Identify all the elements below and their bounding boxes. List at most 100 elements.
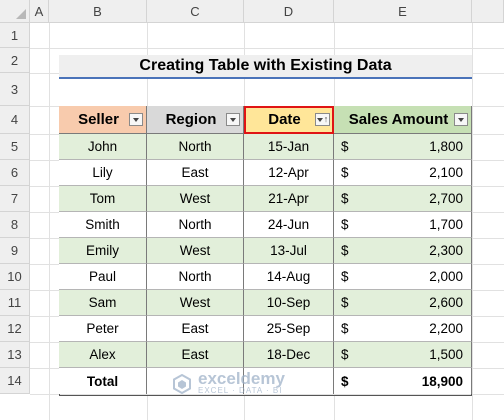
amount-value: 1,800	[429, 139, 463, 154]
cell-region[interactable]: West	[147, 290, 244, 316]
region-value: North	[178, 269, 212, 284]
currency-symbol: $	[341, 269, 349, 284]
cell-amount[interactable]: $2,000	[334, 264, 472, 290]
region-value: North	[178, 217, 212, 232]
row-header-3[interactable]: 3	[0, 73, 30, 106]
filter-dropdown-amount-icon[interactable]	[454, 113, 468, 126]
row-header-13[interactable]: 13	[0, 342, 30, 368]
date-value: 10-Sep	[266, 295, 311, 310]
cell-amount[interactable]: $2,200	[334, 316, 472, 342]
currency-symbol: $	[341, 321, 349, 336]
row-header-10[interactable]: 10	[0, 264, 30, 290]
cell-region[interactable]: East	[147, 342, 244, 368]
currency-symbol: $	[341, 243, 349, 258]
cell-date[interactable]: 21-Apr	[244, 186, 334, 212]
filter-arrow-icon	[230, 117, 236, 122]
cell-seller[interactable]: Paul	[59, 264, 147, 290]
header-cell-seller[interactable]: Seller	[59, 106, 147, 134]
cell-date[interactable]: 18-Dec	[244, 342, 334, 368]
seller-value: Peter	[86, 321, 119, 336]
header-label-amount: Sales Amount	[348, 111, 449, 128]
cell-seller[interactable]: Alex	[59, 342, 147, 368]
row-header-5[interactable]: 5	[0, 134, 30, 160]
cell-region[interactable]: West	[147, 186, 244, 212]
row-header-14[interactable]: 14	[0, 368, 30, 394]
column-header-c[interactable]: C	[147, 0, 244, 23]
total-currency-symbol: $	[341, 373, 349, 389]
date-value: 14-Aug	[266, 269, 311, 284]
filter-arrow-icon	[133, 117, 139, 122]
filter-dropdown-region-icon[interactable]	[226, 113, 240, 126]
row-header-6[interactable]: 6	[0, 160, 30, 186]
amount-value: 1,500	[429, 347, 463, 362]
currency-symbol: $	[341, 295, 349, 310]
cell-seller[interactable]: Peter	[59, 316, 147, 342]
row-header-1[interactable]: 1	[0, 23, 30, 48]
cell-region[interactable]: East	[147, 316, 244, 342]
total-cell-amount[interactable]: $18,900	[334, 368, 472, 394]
cell-amount[interactable]: $1,500	[334, 342, 472, 368]
cell-seller[interactable]: Tom	[59, 186, 147, 212]
cell-amount[interactable]: $1,800	[334, 134, 472, 160]
column-header-d[interactable]: D	[244, 0, 334, 23]
row-header-12[interactable]: 12	[0, 316, 30, 342]
cell-region[interactable]: East	[147, 160, 244, 186]
cell-date[interactable]: 14-Aug	[244, 264, 334, 290]
region-value: North	[178, 139, 212, 154]
region-value: West	[179, 191, 211, 206]
row-header-8[interactable]: 8	[0, 212, 30, 238]
date-value: 15-Jan	[267, 139, 310, 154]
date-value: 12-Apr	[268, 165, 309, 180]
cell-seller[interactable]: John	[59, 134, 147, 160]
watermark-sub: EXCEL · DATA · BI	[198, 386, 283, 395]
cell-region[interactable]: North	[147, 134, 244, 160]
column-header-filler	[472, 0, 504, 23]
header-cell-amount[interactable]: Sales Amount	[334, 106, 472, 134]
region-value: East	[181, 165, 209, 180]
currency-symbol: $	[341, 165, 349, 180]
row-header-11[interactable]: 11	[0, 290, 30, 316]
cell-region[interactable]: West	[147, 238, 244, 264]
cell-date[interactable]: 13-Jul	[244, 238, 334, 264]
active-cell-date-header[interactable]	[244, 106, 334, 134]
currency-symbol: $	[341, 347, 349, 362]
row-header-9[interactable]: 9	[0, 238, 30, 264]
cell-region[interactable]: North	[147, 212, 244, 238]
cell-date[interactable]: 12-Apr	[244, 160, 334, 186]
cell-seller[interactable]: Sam	[59, 290, 147, 316]
region-value: West	[179, 295, 211, 310]
header-cell-region[interactable]: Region	[147, 106, 244, 134]
cell-amount[interactable]: $2,700	[334, 186, 472, 212]
cell-date[interactable]: 25-Sep	[244, 316, 334, 342]
excel-table: Seller Region Date ↑ Sales Amount John North 15…	[59, 106, 472, 396]
seller-value: Tom	[89, 191, 116, 206]
total-cell-seller[interactable]: Total	[59, 368, 147, 394]
cell-seller[interactable]: Lily	[59, 160, 147, 186]
cell-amount[interactable]: $2,600	[334, 290, 472, 316]
cell-date[interactable]: 10-Sep	[244, 290, 334, 316]
cell-amount[interactable]: $2,100	[334, 160, 472, 186]
date-value: 18-Dec	[266, 347, 311, 362]
row-header-4[interactable]: 4	[0, 106, 30, 134]
filter-arrow-icon	[458, 117, 464, 122]
cell-seller[interactable]: Smith	[59, 212, 147, 238]
row-header-7[interactable]: 7	[0, 186, 30, 212]
cell-amount[interactable]: $1,700	[334, 212, 472, 238]
cell-amount[interactable]: $2,300	[334, 238, 472, 264]
cell-date[interactable]: 24-Jun	[244, 212, 334, 238]
cell-region[interactable]: North	[147, 264, 244, 290]
region-value: East	[181, 321, 209, 336]
total-label: Total	[86, 373, 119, 389]
cell-date[interactable]: 15-Jan	[244, 134, 334, 160]
select-all-triangle-icon	[16, 9, 26, 19]
row-header-2[interactable]: 2	[0, 48, 30, 73]
table-title: Creating Table with Existing Data	[59, 55, 472, 79]
column-header-a[interactable]: A	[30, 0, 49, 23]
date-value: 24-Jun	[267, 217, 310, 232]
column-header-e[interactable]: E	[334, 0, 472, 23]
filter-dropdown-seller-icon[interactable]	[129, 113, 143, 126]
select-all-corner[interactable]	[0, 0, 30, 23]
column-header-b[interactable]: B	[49, 0, 147, 23]
cell-seller[interactable]: Emily	[59, 238, 147, 264]
amount-value: 2,100	[429, 165, 463, 180]
